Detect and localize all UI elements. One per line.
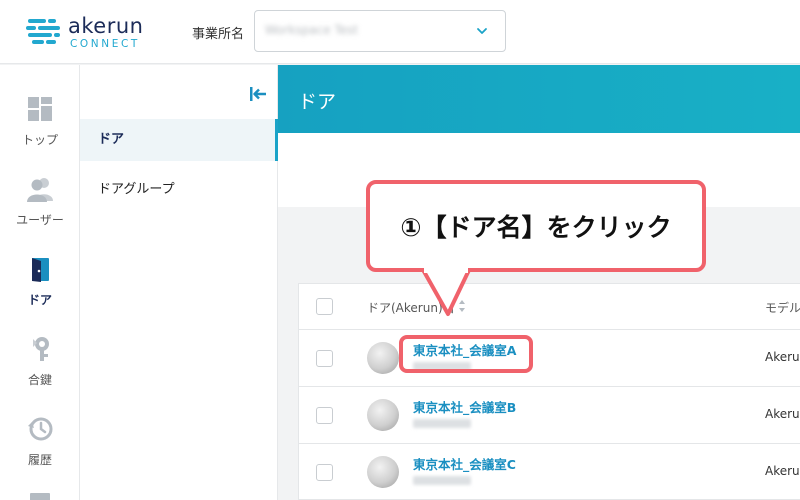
row-checkbox[interactable] bbox=[316, 350, 333, 367]
chevron-down-icon bbox=[477, 28, 487, 34]
table-row[interactable]: 東京本社_会議室C Akerun bbox=[299, 444, 800, 500]
page-title: ドア bbox=[298, 91, 337, 113]
door-thumbnail bbox=[367, 342, 399, 374]
key-icon bbox=[33, 337, 49, 361]
office-select[interactable]: Workspace Test bbox=[254, 10, 506, 52]
subnav-item-door-group[interactable]: ドアグループ bbox=[80, 169, 278, 211]
door-thumbnail bbox=[367, 456, 399, 488]
row-checkbox[interactable] bbox=[316, 464, 333, 481]
door-thumbnail bbox=[367, 399, 399, 431]
logo-subtitle: CONNECT bbox=[70, 38, 140, 50]
row-checkbox[interactable] bbox=[316, 407, 333, 424]
door-table: ドア(Akerun)名 モデル 東京本社_会議室A Akerun 東京本社_会議… bbox=[298, 283, 800, 500]
target-highlight bbox=[399, 335, 533, 373]
subnav-item-door[interactable]: ドア bbox=[80, 119, 278, 161]
users-icon bbox=[27, 178, 53, 202]
instruction-callout: ①【ドア名】をクリック bbox=[366, 180, 706, 272]
dashboard-icon bbox=[28, 97, 52, 121]
table-row[interactable]: 東京本社_会議室B Akerun bbox=[299, 387, 800, 444]
nav-item-label: ユーザー bbox=[16, 213, 64, 227]
door-subtext-redacted bbox=[413, 419, 471, 428]
logo-wordmark: akerun bbox=[68, 14, 144, 38]
collapse-sidebar-icon[interactable] bbox=[248, 85, 268, 103]
akerun-logo[interactable]: akerun CONNECT bbox=[26, 14, 156, 50]
nav-item-history[interactable]: 履歴 bbox=[0, 409, 80, 473]
akerun-logo-mark-icon bbox=[26, 19, 60, 44]
door-name-link[interactable]: 東京本社_会議室B bbox=[413, 397, 516, 416]
main-content: ドア ドア(Akerun)名 モデル 東京本社_会議室A Akerun 東京本社… bbox=[278, 65, 800, 500]
history-icon bbox=[28, 417, 53, 441]
left-nav: トップ ユーザー ドア 合鍵 履歴 bbox=[0, 65, 80, 500]
model-cell: Akerun bbox=[765, 350, 800, 364]
callout-pointer bbox=[420, 268, 472, 316]
model-cell: Akerun bbox=[765, 407, 800, 421]
model-cell: Akerun bbox=[765, 464, 800, 478]
nav-item-label: トップ bbox=[21, 133, 58, 147]
door-icon bbox=[32, 258, 49, 282]
door-name-link[interactable]: 東京本社_会議室C bbox=[413, 454, 516, 473]
nav-item-more[interactable] bbox=[0, 487, 80, 500]
nav-item-users[interactable]: ユーザー bbox=[0, 169, 80, 233]
page-title-bar: ドア bbox=[278, 65, 800, 133]
table-header: ドア(Akerun)名 モデル bbox=[299, 284, 800, 330]
select-all-checkbox[interactable] bbox=[316, 298, 333, 315]
nav-item-label: 合鍵 bbox=[27, 373, 52, 387]
device-icon bbox=[30, 493, 50, 500]
column-header-model[interactable]: モデル bbox=[765, 299, 800, 316]
office-select-value: Workspace Test bbox=[265, 23, 359, 37]
table-row[interactable]: 東京本社_会議室A Akerun bbox=[299, 330, 800, 387]
nav-item-door[interactable]: ドア bbox=[0, 249, 80, 313]
nav-item-top[interactable]: トップ bbox=[0, 89, 80, 153]
office-label: 事業所名 bbox=[192, 27, 245, 42]
door-subtext-redacted bbox=[413, 476, 471, 485]
instruction-text: ①【ドア名】をクリック bbox=[400, 213, 672, 242]
nav-item-key[interactable]: 合鍵 bbox=[0, 329, 80, 393]
sub-nav: ドア ドアグループ bbox=[80, 65, 278, 500]
nav-item-label: ドア bbox=[27, 293, 52, 307]
nav-item-label: 履歴 bbox=[27, 453, 52, 467]
app-header: akerun CONNECT 事業所名 Workspace Test bbox=[0, 0, 800, 64]
